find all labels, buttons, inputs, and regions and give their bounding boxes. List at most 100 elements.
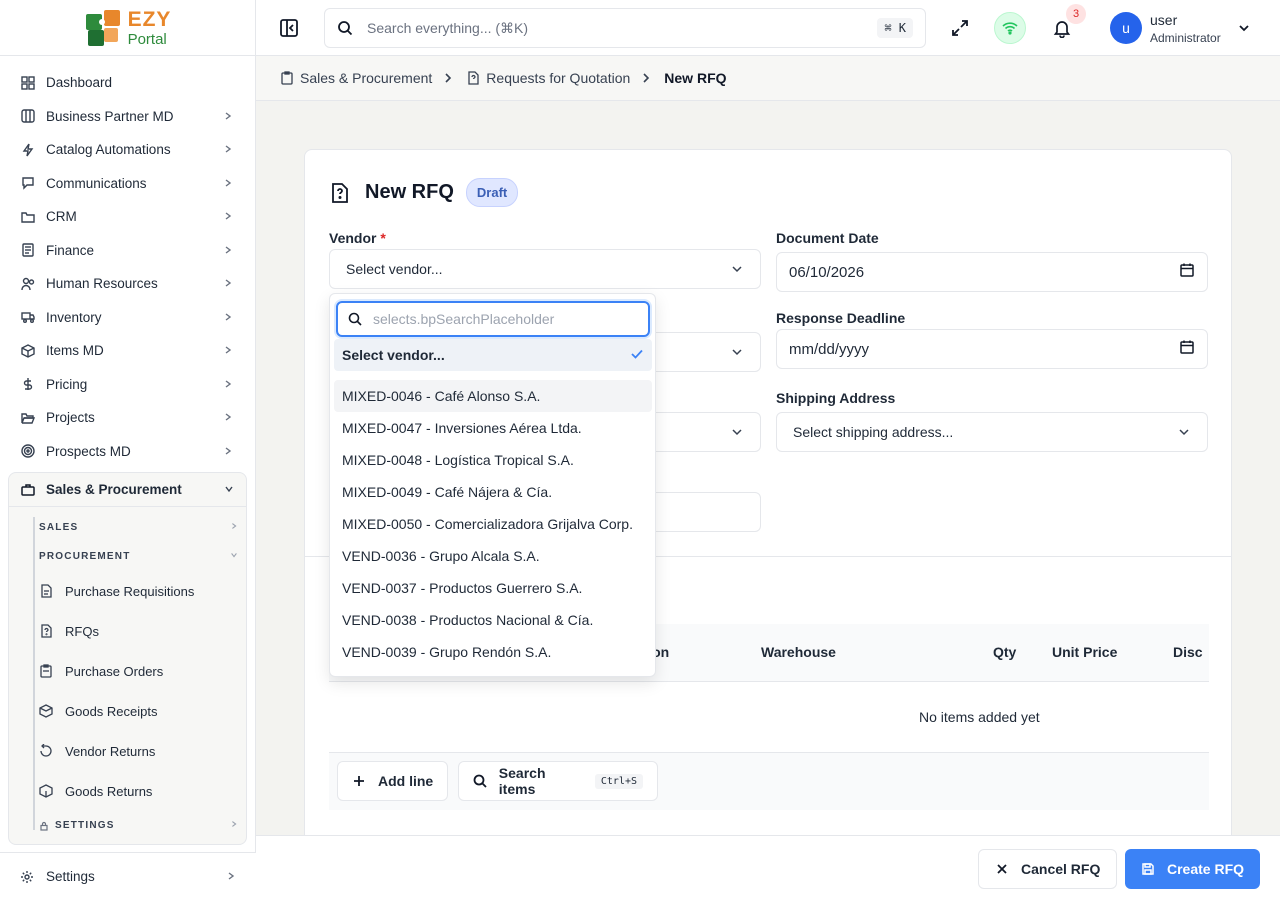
chevron-right-icon [223,310,235,325]
close-icon [995,861,1011,877]
vendor-label-text: Vendor [329,230,377,246]
add-line-label: Add line [378,773,434,789]
sidebar-item-label: Purchase Orders [65,663,164,679]
sidebar-item-purchase-orders[interactable]: Purchase Orders [31,651,246,691]
logo-product: Portal [127,30,167,48]
vendor-option[interactable]: MIXED-0050 - Comercializadora Grijalva C… [334,508,652,540]
vendor-option[interactable]: VEND-0039 - Grupo Rendón S.A. [334,636,652,668]
sidebar-group-sales-procurement: Sales & Procurement SALES PROCUREMENT Pu… [8,472,247,845]
sidebar-item-prospects-md[interactable]: Prospects MD [0,435,255,469]
sidebar-item-vendor-returns[interactable]: Vendor Returns [31,731,246,771]
breadcrumb-label: Sales & Procurement [300,70,433,86]
calendar-icon[interactable] [1179,262,1195,282]
vendor-option[interactable]: VEND-0037 - Productos Guerrero S.A. [334,572,652,604]
users-icon [20,276,36,292]
sidebar-item-label: Items MD [46,343,104,359]
sidebar-item-items-md[interactable]: Items MD [0,334,255,368]
vendor-option[interactable]: MIXED-0046 - Café Alonso S.A. [334,380,652,412]
vendor-option-label: MIXED-0047 - Inversiones Aérea Ltda. [342,420,582,436]
search-items-label: Search items [498,765,546,797]
vendor-dropdown: Select vendor... MIXED-0046 - Café Alons… [329,293,656,677]
vendor-option-label: MIXED-0048 - Logística Tropical S.A. [342,452,574,468]
sidebar-item-communications[interactable]: Communications [0,167,255,201]
chevron-down-icon [730,345,744,359]
sidebar-item-label: Pricing [46,376,88,392]
vendor-search-field[interactable] [336,301,650,337]
sidebar-item-business-partner-md[interactable]: Business Partner MD [0,100,255,134]
search-icon [348,312,362,326]
cancel-label: Cancel RFQ [1021,861,1101,877]
puzzle-logo-icon [84,8,124,48]
vendor-option-label: Select vendor... [342,347,445,363]
breadcrumb-label: Requests for Quotation [486,70,631,86]
status-badge: Draft [465,178,519,207]
sidebar-item-pricing[interactable]: Pricing [0,368,255,402]
sidebar-item-crm[interactable]: CRM [0,200,255,234]
sidebar-toggle-icon[interactable] [278,17,300,39]
fullscreen-icon[interactable] [944,12,976,44]
sidebar-item-sales-procurement[interactable]: Sales & Procurement [9,473,246,507]
logo[interactable]: EZY Portal [84,8,172,48]
vendor-search-input[interactable] [373,311,638,327]
logo-row: EZY Portal [0,0,255,56]
response-deadline-value: mm/dd/yyyy [789,340,870,358]
document-date-input[interactable]: 06/10/2026 [776,252,1208,292]
cancel-rfq-button[interactable]: Cancel RFQ [978,849,1118,889]
sidebar-section-settings[interactable]: SETTINGS [31,811,246,840]
save-icon [1141,861,1157,877]
vendor-option-label: MIXED-0049 - Café Nájera & Cía. [342,484,553,500]
sidebar-item-human-resources[interactable]: Human Resources [0,267,255,301]
create-rfq-button[interactable]: Create RFQ [1125,849,1261,889]
chevron-down-icon[interactable] [1236,20,1252,36]
sidebar-item-label: Communications [46,175,147,191]
chevron-right-icon [223,444,235,459]
calendar-icon[interactable] [1179,339,1195,359]
avatar[interactable]: u [1110,12,1142,44]
column-unit-price: Unit Price [1052,644,1118,660]
box-icon [20,343,36,359]
sidebar-item-dashboard[interactable]: Dashboard [0,66,255,100]
user-name[interactable]: user [1150,12,1177,28]
sidebar-item-finance[interactable]: Finance [0,234,255,268]
clipboard-list-icon [39,663,55,679]
sidebar-item-goods-returns[interactable]: Goods Returns [31,771,246,811]
shipping-address-select[interactable]: Select shipping address... [776,412,1208,452]
breadcrumb-rfqs[interactable]: Requests for Quotation [466,70,630,86]
vendor-option[interactable]: MIXED-0048 - Logística Tropical S.A. [334,444,652,476]
response-deadline-input[interactable]: mm/dd/yyyy [776,329,1208,369]
sidebar-item-rfqs[interactable]: RFQs [31,611,246,651]
add-line-button[interactable]: Add line [337,761,449,801]
sidebar-section-procurement[interactable]: PROCUREMENT [31,542,246,571]
briefcase-icon [21,482,37,498]
sidebar-item-purchase-requisitions[interactable]: Purchase Requisitions [31,571,246,611]
search-items-button[interactable]: Search items Ctrl+S [458,761,658,801]
search-icon [473,773,489,789]
breadcrumb-sales-procurement[interactable]: Sales & Procurement [280,70,432,86]
sidebar-item-projects[interactable]: Projects [0,401,255,435]
chevron-right-icon [230,820,246,831]
dashboard-icon [20,75,36,91]
vendor-label: Vendor * [329,230,386,246]
lines-footer: Add line Search items Ctrl+S [329,752,1209,810]
sidebar-item-inventory[interactable]: Inventory [0,301,255,335]
section-label: SETTINGS [55,820,115,831]
sidebar-nav: Dashboard Business Partner MD Catalog Au… [0,56,255,845]
document-question-icon [39,623,55,639]
vendor-option[interactable]: Select vendor... [334,339,652,371]
vendor-option[interactable]: VEND-0038 - Productos Nacional & Cía. [334,604,652,636]
vendor-select[interactable]: Select vendor... [329,249,761,289]
shipping-address-label: Shipping Address [776,390,896,406]
sidebar: EZY Portal Dashboard Business Partner MD… [0,0,256,900]
app-root: EZY Portal Dashboard Business Partner MD… [0,0,1280,900]
global-search[interactable]: Search everything... (⌘K) ⌘ K [324,8,926,48]
wifi-icon[interactable] [994,12,1026,44]
sidebar-section-sales[interactable]: SALES [31,513,246,542]
sidebar-item-label: Dashboard [46,75,113,91]
sidebar-item-settings[interactable]: Settings [0,852,256,900]
vendor-option[interactable]: VEND-0036 - Grupo Alcala S.A. [334,540,652,572]
sidebar-item-goods-receipts[interactable]: Goods Receipts [31,691,246,731]
form-title: New RFQ [365,181,454,203]
vendor-option[interactable]: MIXED-0047 - Inversiones Aérea Ltda. [334,412,652,444]
vendor-option[interactable]: MIXED-0049 - Café Nájera & Cía. [334,476,652,508]
sidebar-item-catalog-automations[interactable]: Catalog Automations [0,133,255,167]
